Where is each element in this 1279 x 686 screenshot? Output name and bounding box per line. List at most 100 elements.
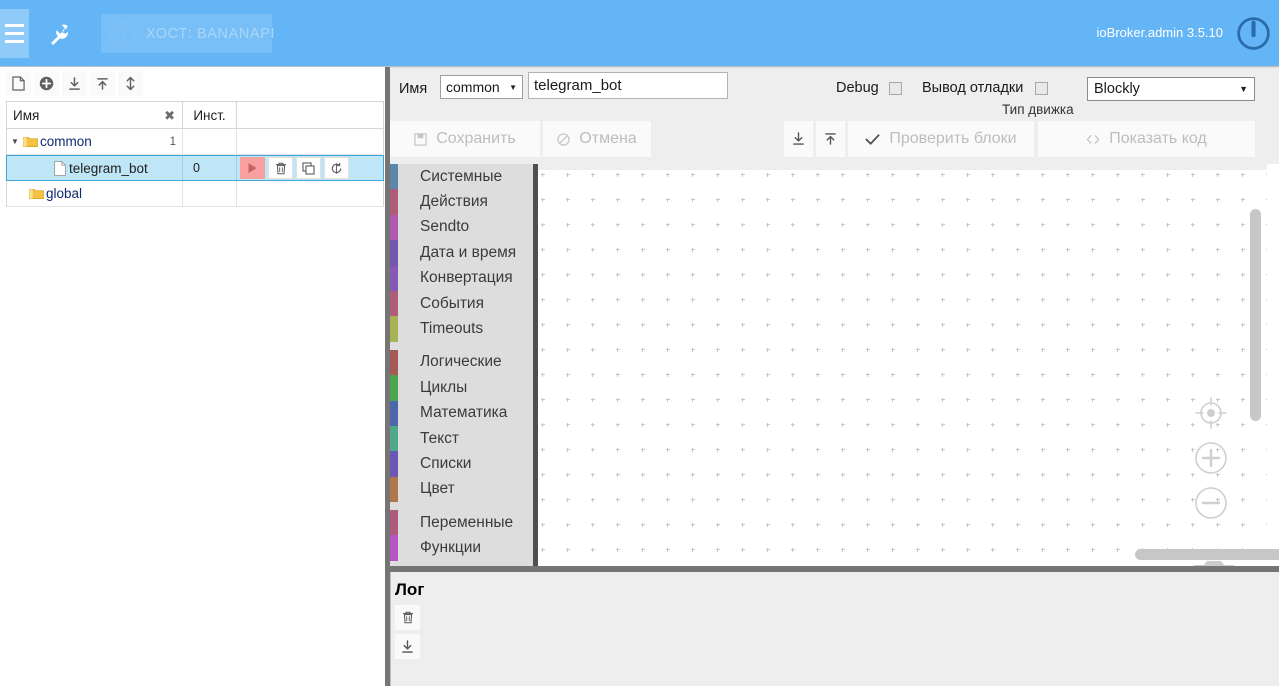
import-scripts-button[interactable] bbox=[90, 71, 115, 96]
folder-icon bbox=[23, 136, 38, 147]
toolbox-category-konvertatsiya[interactable]: Конвертация bbox=[390, 265, 533, 291]
table-row[interactable]: telegram_bot 0 bbox=[6, 155, 384, 181]
toolbox-category-label: Циклы bbox=[420, 378, 468, 396]
save-button[interactable]: Сохранить bbox=[390, 121, 540, 157]
tree-node-actions-cell bbox=[237, 156, 383, 180]
rename-script-button[interactable] bbox=[324, 157, 349, 179]
add-button[interactable] bbox=[34, 71, 59, 96]
log-export-button[interactable] bbox=[395, 634, 420, 659]
debug-label: Debug bbox=[836, 80, 879, 96]
toolbox-category-tsvet[interactable]: Цвет bbox=[390, 476, 533, 503]
log-title: Лог bbox=[395, 580, 425, 599]
engine-type-value: Blockly bbox=[1094, 81, 1140, 97]
tree-column-actions bbox=[237, 102, 383, 128]
check-blocks-button-label: Проверить блоки bbox=[889, 130, 1017, 147]
download-icon bbox=[792, 132, 805, 146]
hamburger-icon[interactable] bbox=[0, 9, 29, 58]
wrench-icon[interactable] bbox=[43, 18, 75, 50]
table-row[interactable]: global bbox=[6, 181, 384, 207]
tree-node-label: telegram_bot bbox=[69, 160, 148, 176]
tree-node-instance-cell bbox=[183, 181, 237, 206]
debug-output-label: Вывод отладки bbox=[922, 80, 1024, 96]
run-script-button[interactable] bbox=[240, 157, 265, 179]
toolbox-category-label: Переменные bbox=[420, 513, 514, 531]
tree-column-name-label: Имя bbox=[13, 107, 40, 123]
category-color-swatch bbox=[390, 375, 398, 401]
toolbox-group-separator bbox=[390, 502, 533, 510]
log-panel: Лог bbox=[390, 572, 1279, 686]
save-icon bbox=[414, 132, 427, 146]
show-code-button[interactable]: Показать код bbox=[1038, 121, 1255, 157]
host-label: ХОСТ: BANANAPI bbox=[146, 25, 276, 42]
cancel-button-label: Отмена bbox=[579, 130, 637, 147]
debug-checkbox[interactable] bbox=[889, 82, 902, 95]
check-blocks-button[interactable]: Проверить блоки bbox=[848, 121, 1034, 157]
hamburger-bar bbox=[5, 32, 24, 35]
import-blocks-button[interactable] bbox=[816, 121, 845, 157]
blockly-toolbox: Системные Действия Sendto Дата и время К… bbox=[390, 164, 533, 566]
toolbox-category-peremennye[interactable]: Переменные bbox=[390, 510, 533, 536]
tree-node-count: 1 bbox=[169, 135, 176, 148]
toolbox-category-timeouts[interactable]: Timeouts bbox=[390, 316, 533, 342]
show-code-button-label: Показать код bbox=[1109, 130, 1207, 147]
toolbox-category-tsikly[interactable]: Циклы bbox=[390, 375, 533, 401]
workspace-vertical-scrollbar[interactable] bbox=[1250, 209, 1261, 421]
category-color-swatch bbox=[390, 510, 398, 536]
toolbox-category-sendto[interactable]: Sendto bbox=[390, 214, 533, 241]
toolbox-category-label: Логические bbox=[420, 353, 502, 371]
expand-collapse-button[interactable] bbox=[118, 71, 143, 96]
new-script-button[interactable] bbox=[6, 71, 31, 96]
script-name-input[interactable] bbox=[528, 72, 728, 99]
chevron-down-icon: ▼ bbox=[509, 82, 517, 92]
hamburger-bar bbox=[5, 40, 24, 43]
export-blocks-button[interactable] bbox=[784, 121, 813, 157]
workspace-horizontal-scrollbar[interactable] bbox=[1135, 549, 1279, 560]
toolbox-category-data-i-vremya[interactable]: Дата и время bbox=[390, 240, 533, 266]
chevron-down-icon[interactable]: ▼ bbox=[7, 137, 23, 146]
tree-node-label: global bbox=[46, 186, 83, 201]
export-scripts-button[interactable] bbox=[62, 71, 87, 96]
clear-icon[interactable]: ✖ bbox=[164, 109, 175, 122]
log-clear-button[interactable] bbox=[395, 605, 420, 630]
toolbox-category-tekst[interactable]: Текст bbox=[390, 425, 533, 452]
zoom-out-icon[interactable] bbox=[1194, 486, 1236, 525]
script-name-label: Имя bbox=[399, 81, 428, 97]
toolbox-category-label: Цвет bbox=[420, 480, 455, 498]
delete-script-button[interactable] bbox=[268, 157, 293, 179]
host-selector-button[interactable]: ХОСТ: BANANAPI bbox=[101, 14, 276, 53]
tree-node-actions-cell bbox=[237, 129, 383, 154]
toolbox-category-deystviya[interactable]: Действия bbox=[390, 189, 533, 215]
category-color-swatch bbox=[390, 476, 398, 503]
tree-column-name: Имя ✖ bbox=[7, 102, 183, 128]
divider bbox=[390, 572, 391, 686]
toolbox-category-matematika[interactable]: Математика bbox=[390, 400, 533, 426]
toolbox-category-sobytiya[interactable]: События bbox=[390, 290, 533, 317]
file-icon bbox=[54, 160, 66, 176]
script-tree: Имя ✖ Инст. ▼ common 1 telegram_bot 0 gl… bbox=[6, 101, 384, 207]
blockly-workspace-canvas[interactable] bbox=[538, 164, 1279, 566]
recenter-icon[interactable] bbox=[1194, 396, 1236, 435]
app-version-label: ioBroker.admin 3.5.10 bbox=[1096, 25, 1223, 40]
workspace-zoom-controls bbox=[1194, 396, 1236, 531]
cancel-button[interactable]: Отмена bbox=[543, 121, 651, 157]
toolbox-category-funktsii[interactable]: Функции bbox=[390, 535, 533, 561]
toolbox-category-sistemnye[interactable]: Системные bbox=[390, 164, 533, 190]
zoom-in-icon[interactable] bbox=[1194, 441, 1236, 480]
category-color-swatch bbox=[390, 164, 398, 190]
power-icon[interactable] bbox=[1236, 16, 1271, 51]
tree-node-actions-cell bbox=[237, 181, 383, 206]
workspace-top-strip bbox=[538, 164, 1279, 170]
divider bbox=[390, 67, 1279, 68]
toolbox-category-spiski[interactable]: Списки bbox=[390, 451, 533, 477]
tree-node-label: common bbox=[40, 134, 92, 149]
namespace-select[interactable]: common ▼ bbox=[440, 75, 523, 99]
toolbox-category-label: Математика bbox=[420, 404, 508, 422]
copy-script-button[interactable] bbox=[296, 157, 321, 179]
tree-node-name-cell: global bbox=[7, 181, 183, 206]
toolbox-category-logicheskie[interactable]: Логические bbox=[390, 349, 533, 376]
table-row[interactable]: ▼ common 1 bbox=[6, 129, 384, 155]
engine-type-select[interactable]: Blockly ▼ bbox=[1087, 77, 1255, 101]
chevron-down-icon: ▼ bbox=[1239, 84, 1248, 94]
debug-output-checkbox[interactable] bbox=[1035, 82, 1048, 95]
category-color-swatch bbox=[390, 535, 398, 561]
